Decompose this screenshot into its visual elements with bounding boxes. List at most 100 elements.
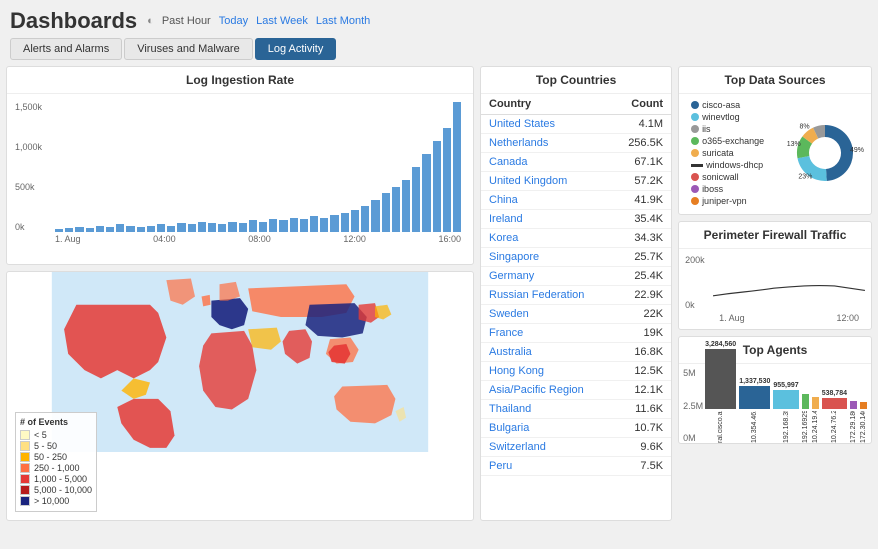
agent-bar-group: 172.30.146.20 (860, 402, 867, 443)
tab-alerts-alarms[interactable]: Alerts and Alarms (10, 38, 122, 60)
legend-dot (691, 125, 699, 133)
country-cell: Peru (481, 457, 611, 476)
count-cell: 41.9K (611, 191, 671, 210)
map-legend-items: < 55 - 5050 - 250250 - 1,0001,000 - 5,00… (20, 430, 92, 506)
agent-bar-value: 538,784 (822, 390, 847, 397)
legend-dot (691, 149, 699, 157)
count-cell: 16.8K (611, 343, 671, 362)
country-link[interactable]: Australia (489, 346, 532, 358)
datasource-label: o365-exchange (702, 136, 764, 146)
right-column: Top Data Sources cisco-asawinevtlogiiso3… (678, 66, 872, 521)
country-link[interactable]: United Kingdom (489, 175, 567, 187)
datasource-label: iboss (702, 184, 723, 194)
datasource-legend-entry: suricata (691, 148, 764, 158)
country-cell: Switzerland (481, 438, 611, 457)
today-link[interactable]: Today (219, 15, 248, 27)
country-link[interactable]: Hong Kong (489, 365, 544, 377)
bar (137, 227, 145, 232)
agent-bar (850, 401, 857, 409)
tab-log-activity[interactable]: Log Activity (255, 38, 337, 60)
map-legend: # of Events < 55 - 5050 - 250250 - 1,000… (15, 412, 97, 512)
legend-color-swatch (20, 474, 30, 484)
count-cell: 10.7K (611, 419, 671, 438)
bar (412, 167, 420, 232)
country-link[interactable]: Sweden (489, 308, 529, 320)
fw-y-axis: 200k 0k (685, 255, 705, 310)
datasource-label: windows-dhcp (706, 160, 763, 170)
country-link[interactable]: Thailand (489, 403, 531, 415)
country-link[interactable]: Netherlands (489, 137, 548, 149)
count-cell: 19K (611, 324, 671, 343)
country-link[interactable]: Peru (489, 460, 512, 472)
country-cell: Sweden (481, 305, 611, 324)
legend-label: 250 - 1,000 (34, 463, 80, 473)
perimeter-firewall-panel: Perimeter Firewall Traffic 200k 0k 1. Au… (678, 221, 872, 330)
main-grid: Log Ingestion Rate 1,500k 1,000k 500k 0k… (0, 66, 878, 527)
agents-y-5m: 5M (683, 368, 703, 378)
country-cell: United Kingdom (481, 172, 611, 191)
country-link[interactable]: United States (489, 118, 555, 130)
country-cell: Bulgaria (481, 419, 611, 438)
count-cell: 25.4K (611, 267, 671, 286)
y-label-1000k: 1,000k (15, 142, 42, 152)
country-cell: Asia/Pacific Region (481, 381, 611, 400)
country-link[interactable]: Ireland (489, 213, 523, 225)
bar (392, 187, 400, 233)
legend-label: > 10,000 (34, 496, 69, 506)
table-row: Asia/Pacific Region 12.1K (481, 381, 671, 400)
country-link[interactable]: Singapore (489, 251, 539, 263)
bar (259, 222, 267, 232)
country-cell: Ireland (481, 210, 611, 229)
last-month-link[interactable]: Last Month (316, 15, 370, 27)
datasource-label: suricata (702, 148, 734, 158)
country-link[interactable]: Switzerland (489, 441, 546, 453)
datasource-legend-entry: sonicwall (691, 172, 764, 182)
country-link[interactable]: Russian Federation (489, 289, 584, 301)
count-cell: 67.1K (611, 153, 671, 172)
legend-color-swatch (20, 430, 30, 440)
datasource-label: iis (702, 124, 711, 134)
count-cell: 25.7K (611, 248, 671, 267)
count-cell: 256.5K (611, 134, 671, 153)
legend-line (691, 164, 703, 167)
x-label-0400: 04:00 (153, 234, 176, 244)
count-cell: 12.5K (611, 362, 671, 381)
time-navigation: ◐ Past Hour Today Last Week Last Month (147, 15, 370, 27)
firewall-title: Perimeter Firewall Traffic (679, 222, 871, 249)
legend-color-swatch (20, 463, 30, 473)
last-week-link[interactable]: Last Week (256, 15, 308, 27)
top-agents-panel: Top Agents 5M 2.5M 0M 3,284,560ral.cisco… (678, 336, 872, 444)
bar (86, 228, 94, 232)
agent-bar-group: 10.24.19.42 (812, 397, 819, 443)
fw-x-axis: 1. Aug 12:00 (713, 313, 865, 323)
tab-viruses-malware[interactable]: Viruses and Malware (124, 38, 253, 60)
legend-label: < 5 (34, 430, 47, 440)
country-link[interactable]: China (489, 194, 518, 206)
bar (157, 224, 165, 232)
bar (453, 102, 461, 232)
count-cell: 12.1K (611, 381, 671, 400)
legend-item: 1,000 - 5,000 (20, 474, 92, 484)
datasource-legend-entry: winevtlog (691, 112, 764, 122)
count-cell: 11.6K (611, 400, 671, 419)
legend-item: 5,000 - 10,000 (20, 485, 92, 495)
agents-y-axis: 5M 2.5M 0M (683, 368, 703, 443)
country-link[interactable]: France (489, 327, 523, 339)
country-link[interactable]: Asia/Pacific Region (489, 384, 584, 396)
country-cell: Canada (481, 153, 611, 172)
log-ingestion-panel: Log Ingestion Rate 1,500k 1,000k 500k 0k… (6, 66, 474, 265)
bar (55, 229, 63, 232)
legend-color-swatch (20, 452, 30, 462)
country-link[interactable]: Germany (489, 270, 534, 282)
table-row: Russian Federation22.9K (481, 286, 671, 305)
bar (198, 222, 206, 232)
datasource-label: juniper-vpn (702, 196, 747, 206)
country-link[interactable]: Bulgaria (489, 422, 529, 434)
country-link[interactable]: Korea (489, 232, 518, 244)
map-panel: # of Events < 55 - 5050 - 250250 - 1,000… (6, 271, 474, 521)
country-link[interactable]: Canada (489, 156, 528, 168)
data-sources-title: Top Data Sources (679, 67, 871, 94)
bar (320, 218, 328, 232)
past-hour-link[interactable]: Past Hour (162, 15, 211, 27)
datasource-legend-entry: windows-dhcp (691, 160, 764, 170)
